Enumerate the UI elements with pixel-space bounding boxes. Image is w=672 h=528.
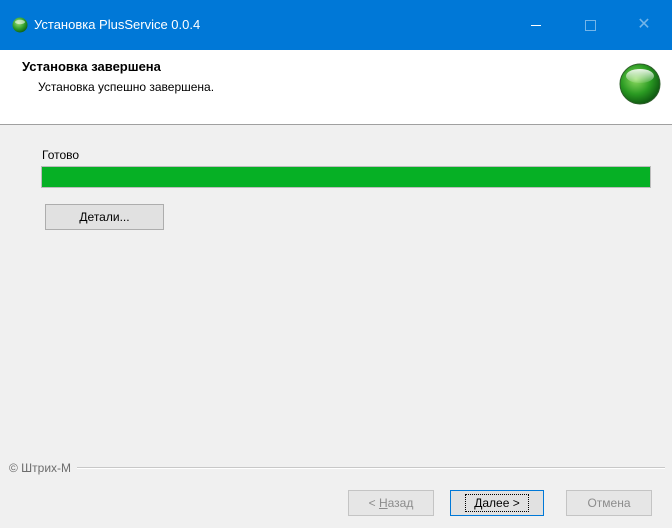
details-button[interactable]: Детали... (45, 204, 164, 230)
window-title: Установка PlusService 0.0.4 (34, 17, 201, 32)
close-button[interactable]: ✕ (621, 0, 667, 50)
close-icon: ✕ (637, 16, 651, 33)
back-button-label: < Назад (368, 496, 414, 510)
status-label: Готово (42, 148, 80, 162)
brand-divider: © Штрих-М (9, 460, 665, 476)
maximize-icon (584, 19, 596, 31)
minimize-button[interactable] (513, 0, 559, 50)
brand-label: © Штрих-М (9, 461, 72, 475)
cancel-button[interactable]: Отмена (566, 490, 652, 516)
divider-line (77, 467, 665, 469)
next-button[interactable]: Далее > (450, 490, 544, 516)
next-button-label: Далее > (465, 494, 529, 512)
progress-bar (41, 166, 651, 188)
wizard-header: Установка завершена Установка успешно за… (0, 50, 672, 125)
details-button-label: Детали... (79, 210, 130, 224)
page-title: Установка завершена (22, 59, 161, 74)
app-logo-icon (12, 17, 28, 33)
page-subtitle: Установка успешно завершена. (38, 80, 215, 94)
minimize-icon (531, 24, 541, 26)
maximize-button[interactable] (567, 0, 613, 50)
green-sphere-icon (619, 63, 661, 105)
back-button[interactable]: < Назад (348, 490, 434, 516)
progress-fill (42, 167, 650, 187)
title-bar[interactable]: Установка PlusService 0.0.4 ✕ (0, 0, 672, 50)
